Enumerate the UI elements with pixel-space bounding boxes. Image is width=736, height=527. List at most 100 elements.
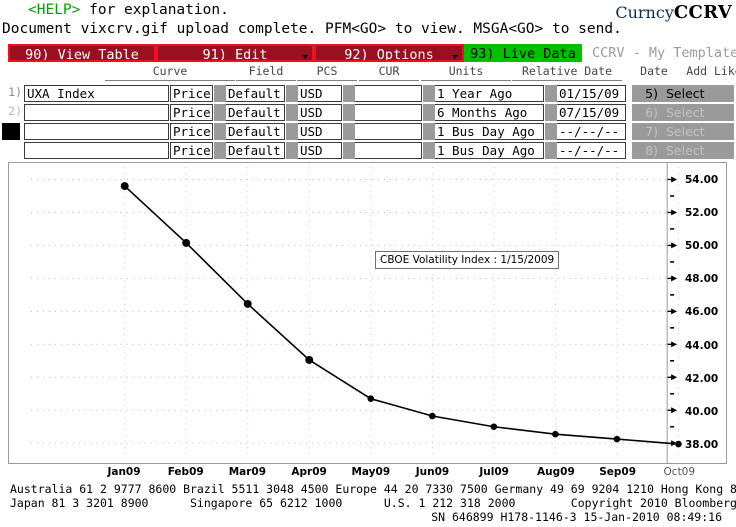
select-button-label: Select	[666, 86, 705, 101]
data-point-marker[interactable]	[120, 182, 129, 191]
dropdown-toggle-3[interactable]	[343, 142, 355, 159]
data-point-marker[interactable]	[182, 238, 191, 247]
cell-cur[interactable]: USD	[297, 104, 342, 121]
x-axis-label: Jan09	[107, 466, 141, 478]
select-button: 7) Select	[632, 123, 734, 140]
y-axis-label: 46.00	[685, 306, 719, 319]
cell-date[interactable]: 07/15/09	[556, 104, 626, 121]
dropdown-toggle-2[interactable]	[286, 142, 298, 159]
y-axis-label: 42.00	[685, 372, 719, 385]
data-point-marker[interactable]	[490, 423, 498, 431]
chevron-down-icon	[452, 55, 458, 59]
data-point-marker[interactable]	[429, 412, 436, 420]
cell-units[interactable]	[354, 142, 422, 159]
cell-units[interactable]	[354, 104, 422, 121]
function-toolbar: 90) View Table 91) Edit 92) Options 93) Liv…	[8, 44, 736, 62]
toolbar-button-3[interactable]: 92) Options	[314, 44, 464, 62]
column-header: Curve	[105, 64, 235, 81]
help-line-text: for explanation.	[80, 2, 229, 18]
data-point-marker[interactable]	[305, 356, 314, 364]
dropdown-toggle-5[interactable]	[545, 85, 557, 102]
cell-pcs[interactable]: Default	[225, 123, 285, 140]
y-axis-label: 54.00	[685, 173, 719, 186]
data-point-marker[interactable]	[243, 299, 252, 308]
dropdown-toggle-4[interactable]	[423, 104, 435, 121]
cell-pcs[interactable]: Default	[225, 104, 285, 121]
toolbar-button-4[interactable]: 93) Live Data	[464, 44, 582, 62]
column-header: Add Like	[686, 64, 736, 78]
dropdown-toggle-1[interactable]	[214, 104, 226, 121]
cell-curve[interactable]	[24, 104, 169, 121]
cell-cur[interactable]: USD	[297, 142, 342, 159]
cell-curve[interactable]: UXA Index	[24, 85, 169, 102]
dropdown-toggle-1[interactable]	[214, 142, 226, 159]
toolbar-button-1[interactable]: 90) View Table	[8, 44, 156, 62]
dropdown-toggle-3[interactable]	[343, 85, 355, 102]
cell-pcs[interactable]: Default	[225, 85, 285, 102]
chart-plot-area: 54.00 52.00 50.00 48.00 46.00 44.00 42.00 40.00…	[8, 162, 727, 464]
footer-contacts-line-1: Australia 61 2 9777 8600 Brazil 5511 304…	[10, 482, 736, 496]
cell-pcs[interactable]: Default	[225, 142, 285, 159]
cell-field[interactable]: Price	[170, 142, 213, 159]
dropdown-toggle-2[interactable]	[286, 123, 298, 140]
x-axis-label: Feb09	[167, 466, 204, 478]
toolbar-button-2[interactable]: 91) Edit	[156, 44, 314, 62]
dropdown-toggle-5[interactable]	[545, 142, 557, 159]
cell-cur[interactable]: USD	[297, 85, 342, 102]
dropdown-toggle-2[interactable]	[286, 104, 298, 121]
cell-field[interactable]: Price	[170, 85, 213, 102]
y-axis-label: 40.00	[685, 405, 719, 418]
cell-curve[interactable]	[24, 142, 169, 159]
y-axis-label: 50.00	[685, 239, 719, 252]
cell-curve[interactable]	[24, 123, 169, 140]
cell-units[interactable]	[354, 85, 422, 102]
toolbar-button-label: 91) Edit	[202, 47, 268, 62]
cell-relative-date[interactable]: 1 Bus Day Ago	[434, 123, 544, 140]
column-header: Date	[640, 64, 668, 78]
row-number: 1)	[8, 85, 22, 99]
dropdown-toggle-4[interactable]	[423, 142, 435, 159]
table-row: Price Default USD 1 Bus Day Ago --/--/-- 8) Se…	[0, 141, 736, 160]
data-point-marker[interactable]	[367, 395, 375, 402]
cell-date[interactable]: 01/15/09	[556, 85, 626, 102]
brand-function-code: CCRV	[673, 2, 732, 23]
cell-date[interactable]: --/--/--	[556, 123, 626, 140]
cell-date[interactable]: --/--/--	[556, 142, 626, 159]
cell-field[interactable]: Price	[170, 123, 213, 140]
help-tag[interactable]: <HELP>	[28, 2, 80, 18]
data-point-marker[interactable]	[675, 440, 682, 448]
select-button[interactable]: 5) Select	[632, 85, 734, 102]
dropdown-toggle-2[interactable]	[286, 85, 298, 102]
cell-relative-date[interactable]: 1 Year Ago	[434, 85, 544, 102]
cell-cur[interactable]: USD	[297, 123, 342, 140]
column-header: CUR	[359, 64, 419, 81]
template-name-label: CCRV - My Template	[592, 45, 736, 61]
dropdown-toggle-5[interactable]	[545, 104, 557, 121]
toolbar-button-label: 90) View Table	[25, 47, 139, 62]
select-button-number: 8)	[645, 143, 658, 158]
y-axis-tick-arrow	[671, 407, 678, 414]
column-header: Relative Date	[512, 64, 622, 81]
curve-table: 1) UXA Index Price Default USD 1 Year Ago 01/1…	[0, 84, 736, 160]
dropdown-toggle-3[interactable]	[343, 104, 355, 121]
x-axis-label: Jun09	[415, 466, 450, 478]
cell-relative-date[interactable]: 6 Months Ago	[434, 104, 544, 121]
cell-field[interactable]: Price	[170, 104, 213, 121]
column-header: PCS	[297, 64, 357, 81]
row-number: 2)	[8, 104, 22, 118]
dropdown-toggle-1[interactable]	[214, 123, 226, 140]
dropdown-toggle-1[interactable]	[214, 85, 226, 102]
select-button-number: 7)	[645, 124, 658, 139]
document-status-line: Document vixcrv.gif upload complete. PFM…	[2, 21, 622, 37]
dropdown-toggle-5[interactable]	[545, 123, 557, 140]
dropdown-toggle-4[interactable]	[423, 85, 435, 102]
y-axis-label: 48.00	[685, 273, 719, 286]
cell-units[interactable]	[354, 123, 422, 140]
dropdown-toggle-4[interactable]	[423, 123, 435, 140]
cell-relative-date[interactable]: 1 Bus Day Ago	[434, 142, 544, 159]
dropdown-toggle-3[interactable]	[343, 123, 355, 140]
data-point-marker[interactable]	[613, 435, 621, 443]
y-axis-tick-arrow	[671, 176, 678, 183]
x-axis-label: May09	[351, 466, 391, 478]
data-point-marker[interactable]	[552, 430, 559, 438]
